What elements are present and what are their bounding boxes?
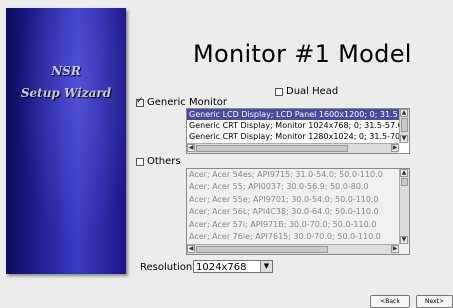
list-item[interactable]: Acer; Acer 54es; API9715; 31.0-54.0; 50.… xyxy=(187,169,399,181)
scroll-thumb[interactable] xyxy=(401,178,408,186)
list-item[interactable]: Acer; Acer 56L; API4C38; 30.0-64.0; 50.0… xyxy=(187,206,399,218)
generic-monitor-option[interactable]: Generic Monitor xyxy=(136,96,227,108)
list-item[interactable]: Acer; Acer 55e; API9701; 30.0-54.0; 50.0… xyxy=(187,194,399,206)
list-item[interactable]: Generic CRT Display; Monitor 1280x1024; … xyxy=(187,131,399,142)
list-item[interactable]: Generic CRT Display; Monitor 1024x768; 0… xyxy=(187,120,399,131)
others-label: Others xyxy=(147,156,181,167)
vertical-scrollbar[interactable]: ▲ ▼ xyxy=(399,169,409,244)
dual-head-option[interactable]: Dual Head xyxy=(275,86,338,97)
others-option[interactable]: Others xyxy=(136,156,181,167)
page-title: Monitor #1 Model xyxy=(193,40,412,68)
others-checkbox[interactable] xyxy=(136,157,144,166)
others-monitor-list[interactable]: Acer; Acer 54es; API9715; 31.0-54.0; 50.… xyxy=(186,168,410,255)
arrow-down-icon[interactable]: ▼ xyxy=(400,135,408,143)
resolution-label: Resolution xyxy=(140,262,193,273)
arrow-left-icon[interactable]: ◀ xyxy=(187,245,195,253)
scroll-thumb[interactable] xyxy=(401,118,408,132)
arrow-down-icon[interactable]: ▼ xyxy=(400,236,408,244)
horizontal-scrollbar[interactable]: ◀ ▶ xyxy=(187,143,399,153)
generic-monitor-label: Generic Monitor xyxy=(147,97,227,108)
arrow-up-icon[interactable]: ▲ xyxy=(400,169,408,177)
horizontal-scrollbar[interactable]: ◀ ▶ xyxy=(187,244,399,254)
generic-monitor-checkbox[interactable] xyxy=(136,96,144,107)
generic-monitor-list[interactable]: Generic LCD Display; LCD Panel 1600x1200… xyxy=(186,108,410,154)
list-item[interactable]: Generic LCD Display; LCD Panel 1600x1200… xyxy=(187,109,399,120)
back-button[interactable]: <Back xyxy=(370,295,410,308)
vertical-scrollbar[interactable]: ▲ ▼ xyxy=(399,109,409,143)
list-item[interactable]: Acer; Acer 76ie; API7615; 30.0-70.0; 50.… xyxy=(187,231,399,243)
next-button[interactable]: Next> xyxy=(416,295,453,308)
chevron-down-icon[interactable]: ▼ xyxy=(260,261,272,272)
scroll-thumb[interactable] xyxy=(196,246,328,253)
list-item[interactable]: Acer; Acer 55; API0037; 30.0-56.9; 50.0-… xyxy=(187,181,399,193)
dual-head-label: Dual Head xyxy=(286,86,339,97)
wizard-sidebar-banner: NSR Setup Wizard xyxy=(6,8,126,274)
brand-setup-wizard: Setup Wizard xyxy=(20,86,112,100)
arrow-up-icon[interactable]: ▲ xyxy=(400,109,408,117)
arrow-left-icon[interactable]: ◀ xyxy=(187,144,195,152)
scroll-thumb[interactable] xyxy=(196,145,348,152)
arrow-right-icon[interactable]: ▶ xyxy=(391,144,399,152)
resolution-select[interactable]: 1024x768 ▼ xyxy=(193,260,273,273)
arrow-right-icon[interactable]: ▶ xyxy=(391,245,399,253)
dual-head-checkbox[interactable] xyxy=(275,87,283,96)
list-item[interactable]: Acer; Acer 57i; API971B; 30.0-70.0; 50.0… xyxy=(187,219,399,231)
brand-nsr: NSR xyxy=(51,64,81,78)
resolution-value: 1024x768 xyxy=(196,262,247,273)
